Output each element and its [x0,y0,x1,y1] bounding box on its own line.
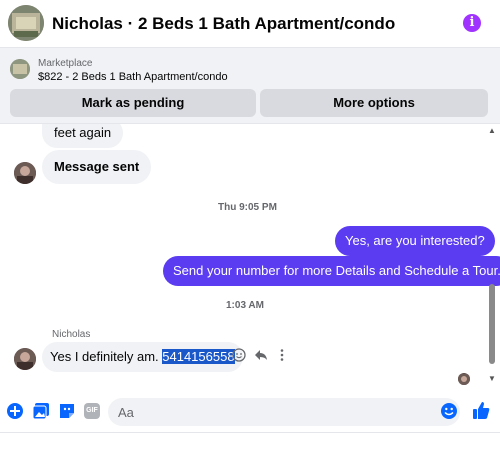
composer-bar: GIF Aa [0,392,500,432]
scrollbar[interactable]: ▲ ▼ [487,124,497,392]
window-bottom-border [0,432,500,450]
outgoing-message: Yes, are you interested? [335,226,495,256]
more-dots-icon[interactable] [278,348,286,365]
sender-name: Nicholas [52,329,91,340]
listing-thumbnail[interactable] [10,59,30,79]
outgoing-message: Send your number for more Details and Sc… [163,256,500,286]
chat-header: Nicholas · 2 Beds 1 Bath Apartment/condo… [0,0,500,48]
scroll-down-arrow[interactable]: ▼ [488,374,496,383]
selected-phone-number[interactable]: 5414156558 [162,349,235,364]
info-icon[interactable]: i [463,14,481,32]
incoming-message: Message sent [42,150,152,184]
more-options-button[interactable]: More options [260,89,488,117]
listing-title[interactable]: $822 - 2 Beds 1 Bath Apartment/condo [38,71,228,83]
thumbs-up-icon[interactable] [472,401,490,419]
seen-avatar [458,373,470,385]
contact-avatar-small[interactable] [14,348,36,370]
timestamp: 1:03 AM [226,300,264,311]
incoming-message-partial: feet again [42,124,124,148]
scroll-thumb[interactable] [489,284,495,364]
message-text: feet again [54,125,112,140]
message-input-placeholder: Aa [118,405,134,420]
reply-icon[interactable] [254,348,268,365]
emoji-icon[interactable] [440,402,458,420]
contact-avatar-small[interactable] [14,162,36,184]
incoming-message[interactable]: Yes I definitely am. 5414156558 [42,342,243,372]
timestamp: Thu 9:05 PM [218,202,277,213]
gif-icon[interactable]: GIF [84,403,100,419]
plus-icon[interactable] [6,402,24,420]
photo-icon[interactable] [32,402,50,420]
message-text: Yes, are you interested? [345,233,485,248]
sticker-icon[interactable] [58,402,76,420]
smiley-react-icon[interactable] [232,348,246,365]
scroll-up-arrow[interactable]: ▲ [488,126,496,135]
message-text: Yes I definitely am. [50,349,163,364]
contact-avatar[interactable] [8,5,44,41]
marketplace-label: Marketplace [38,58,93,69]
marketplace-banner: Marketplace $822 - 2 Beds 1 Bath Apartme… [0,48,500,124]
message-text: Message sent [54,159,140,174]
mark-as-pending-button[interactable]: Mark as pending [10,89,256,117]
message-list[interactable]: feet again Message sent Thu 9:05 PM Yes,… [0,124,500,392]
chat-title[interactable]: Nicholas · 2 Beds 1 Bath Apartment/condo [52,14,395,34]
message-text: Send your number for more Details and Sc… [173,263,500,278]
chat-window: Nicholas · 2 Beds 1 Bath Apartment/condo… [0,0,500,450]
message-input[interactable]: Aa [108,398,460,426]
